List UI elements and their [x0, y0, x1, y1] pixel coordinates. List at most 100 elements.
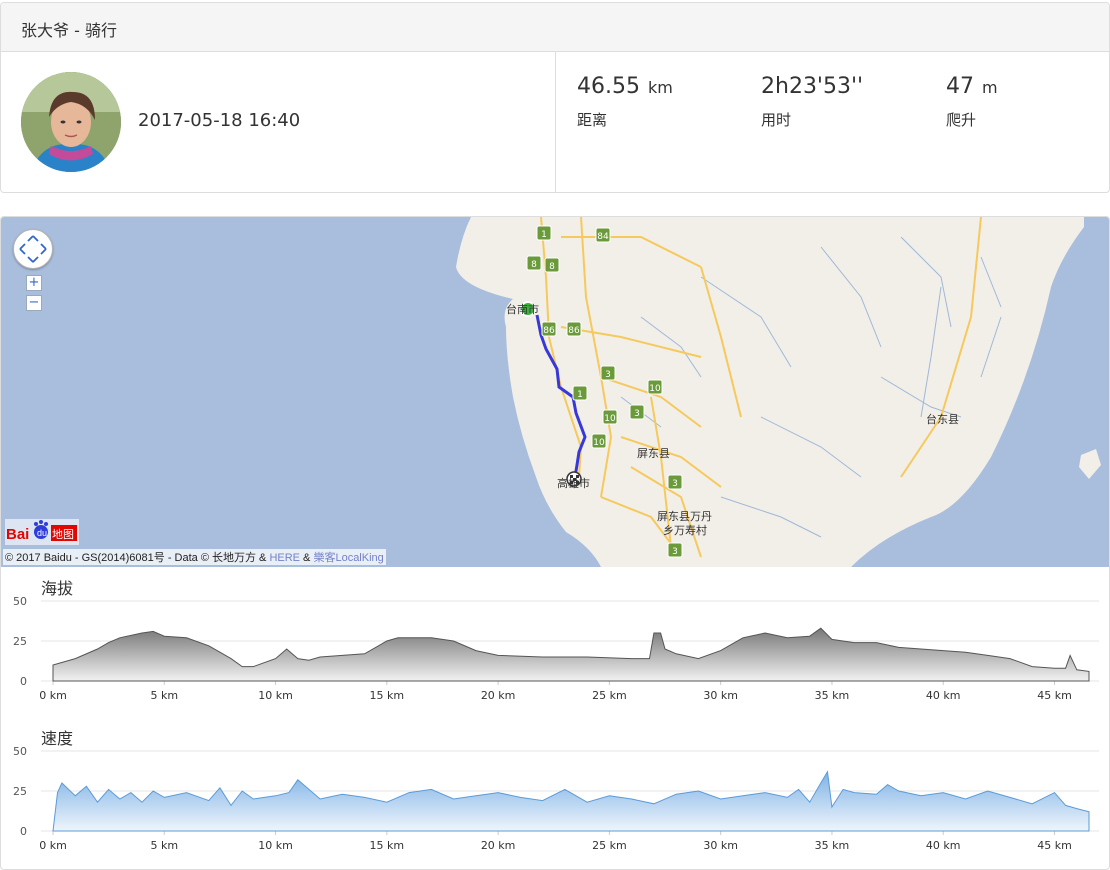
activity-title: 张大爷 - 骑行	[21, 21, 117, 40]
speed-data-point	[141, 801, 143, 803]
elevation-data-point	[75, 658, 77, 660]
speed-data-point	[631, 798, 633, 800]
road-shield-label: 86	[568, 326, 580, 336]
speed-x-tick-label: 40 km	[926, 839, 961, 852]
road-shield-label: 1	[541, 230, 547, 240]
speed-data-point	[1065, 805, 1067, 807]
speed-data-point	[57, 792, 59, 794]
speed-y-tick-label: 0	[20, 825, 27, 838]
speed-data-point	[987, 790, 989, 792]
elevation-data-point	[275, 658, 277, 660]
elevation-data-point	[297, 658, 299, 660]
place-label: 台东县	[926, 412, 959, 426]
speed-data-point	[275, 795, 277, 797]
speed-data-point	[831, 806, 833, 808]
summary-body: 2017-05-18 16:40 46.55 km 距离 2h23'53'' 用时…	[1, 52, 1109, 192]
elevation-data-point	[742, 637, 744, 639]
elevation-data-point	[720, 650, 722, 652]
road-shield-label: 3	[672, 479, 678, 489]
speed-data-point	[152, 790, 154, 792]
avatar[interactable]	[21, 72, 121, 172]
elevation-data-point	[675, 653, 677, 655]
speed-data-point	[698, 790, 700, 792]
speed-data-point	[609, 795, 611, 797]
speed-data-point	[108, 789, 110, 791]
elevation-data-point	[319, 656, 321, 658]
attribution-separator: &	[300, 552, 314, 564]
road-shield-label: 3	[672, 547, 678, 557]
speed-data-point	[297, 779, 299, 781]
activity-datetime: 2017-05-18 16:40	[138, 110, 301, 131]
route-panel: 台南市 屏东县 台东县 高雄市 屏东县万丹 乡万寿村 1 84 8 8 86 86 3 10 1…	[0, 216, 1110, 870]
localking-link[interactable]: 樂客LocalKing	[313, 552, 383, 564]
elevation-data-point	[942, 650, 944, 652]
elevation-data-point	[787, 637, 789, 639]
svg-text:Bai: Bai	[6, 526, 29, 543]
speed-data-point	[75, 795, 77, 797]
elevation-data-point	[52, 664, 54, 666]
speed-data-point	[1088, 811, 1090, 813]
elevation-data-point	[1069, 655, 1071, 657]
speed-y-tick-label: 25	[13, 785, 27, 798]
speed-data-point	[431, 789, 433, 791]
road-shield: 3	[629, 404, 645, 420]
speed-data-point	[542, 800, 544, 802]
speed-data-point	[241, 790, 243, 792]
elevation-data-point	[1076, 669, 1078, 671]
speed-data-point	[86, 785, 88, 787]
speed-data-point	[164, 797, 166, 799]
elevation-data-point	[241, 666, 243, 668]
elevation-data-point	[408, 637, 410, 639]
stat-climb-value: 47	[946, 74, 974, 99]
speed-data-point	[853, 792, 855, 794]
speed-data-point	[208, 800, 210, 802]
elevation-data-point	[386, 640, 388, 642]
stat-climb-unit: m	[982, 78, 998, 97]
speed-data-point	[497, 792, 499, 794]
road-shield: 86	[566, 321, 582, 337]
speed-data-point	[887, 784, 889, 786]
road-shield: 84	[595, 227, 611, 243]
elevation-data-point	[286, 648, 288, 650]
baidu-logo: Bai du 地图	[5, 519, 79, 545]
place-label: 高雄市	[557, 476, 590, 490]
road-shield-label: 10	[649, 384, 661, 394]
elevation-x-tick-label: 25 km	[592, 689, 627, 702]
speed-data-point	[820, 782, 822, 784]
elevation-data-point	[497, 655, 499, 657]
elevation-data-point	[453, 640, 455, 642]
stat-duration-label: 用时	[761, 111, 792, 129]
speed-data-point	[364, 797, 366, 799]
divider	[555, 52, 556, 192]
elevation-data-point	[764, 632, 766, 634]
elevation-data-point	[186, 637, 188, 639]
elevation-area	[52, 627, 1090, 682]
zoom-out-button[interactable]: −	[26, 295, 42, 311]
here-link[interactable]: HERE	[269, 552, 300, 564]
elevation-data-point	[965, 651, 967, 653]
route-map[interactable]: 台南市 屏东县 台东县 高雄市 屏东县万丹 乡万寿村 1 84 8 8 86 86 3 10 1…	[1, 217, 1109, 567]
place-label: 屏东县万丹	[657, 510, 712, 523]
speed-data-point	[965, 798, 967, 800]
speed-data-point	[453, 798, 455, 800]
speed-data-point	[1009, 797, 1011, 799]
pan-arrows-icon	[19, 235, 47, 263]
stat-climb-label: 爬升	[946, 111, 977, 129]
zoom-in-button[interactable]: +	[26, 275, 42, 291]
speed-x-tick-label: 25 km	[592, 839, 627, 852]
speed-x-tick-label: 35 km	[815, 839, 850, 852]
stat-distance-value: 46.55	[577, 74, 640, 99]
elevation-data-point	[698, 658, 700, 660]
elevation-data-point	[987, 655, 989, 657]
road-shield-label: 84	[597, 232, 609, 242]
svg-text:du: du	[37, 528, 47, 538]
place-label: 屏东县	[637, 447, 670, 460]
elevation-data-point	[141, 632, 143, 634]
place-label: 乡万寿村	[663, 523, 707, 537]
speed-data-point	[520, 797, 522, 799]
road-shield-label: 3	[605, 370, 611, 380]
road-shield-label: 86	[543, 326, 555, 336]
speed-data-point	[1031, 803, 1033, 805]
pan-control[interactable]	[13, 229, 53, 269]
stat-duration: 2h23'53'' 用时	[761, 74, 863, 130]
